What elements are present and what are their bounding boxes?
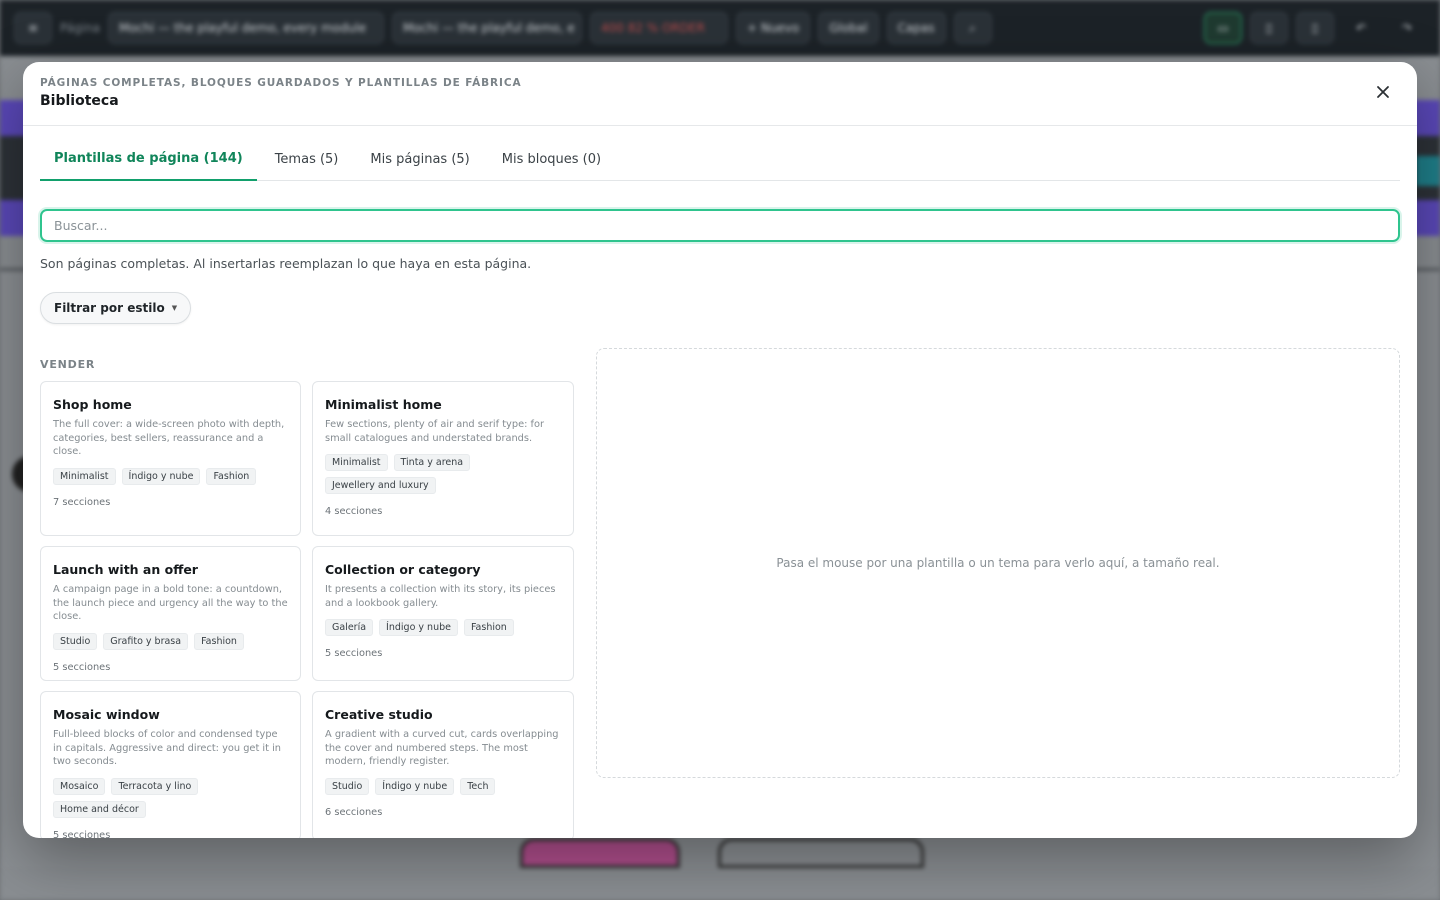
editor-toolbar: ≡ Página Mochi — the playful demo, every… <box>0 0 1440 56</box>
close-button[interactable] <box>1371 80 1395 104</box>
tag: Studio <box>325 777 370 795</box>
filter-style-button[interactable]: Filtrar por estilo ▼ <box>40 292 192 324</box>
card-tags: Studio Índigo y nube Tech <box>325 777 561 795</box>
card-tags: Minimalist Tinta y arena Jewellery and l… <box>325 454 561 494</box>
card-tags: Studio Grafito y brasa Fashion <box>53 632 288 650</box>
status-indicator: 400 82 % ORDER <box>589 12 728 44</box>
chevron-down-icon: ▼ <box>171 304 178 312</box>
template-card-minimalist-home[interactable]: Minimalist home Few sections, plenty of … <box>312 381 574 536</box>
section-count: 5 secciones <box>53 829 111 839</box>
tag: Terracota y lino <box>111 777 199 795</box>
card-title: Collection or category <box>325 562 481 577</box>
templates-hint: Son páginas completas. Al insertarlas re… <box>40 256 532 271</box>
tag: Studio <box>53 632 98 650</box>
search-icon[interactable]: ⌕ <box>953 12 992 44</box>
canvas-outline-button <box>718 838 924 868</box>
card-title: Launch with an offer <box>53 562 198 577</box>
preview-placeholder-text: Pasa el mouse por una plantilla o un tem… <box>776 556 1220 570</box>
modal-header: Páginas completas, bloques guardados y p… <box>23 62 1417 126</box>
card-tags: Mosaico Terracota y lino Home and décor <box>53 777 288 818</box>
desktop-view-icon[interactable]: ▭ <box>1204 12 1242 44</box>
mobile-view-icon[interactable]: ▯ <box>1296 12 1334 44</box>
modal-title: Biblioteca <box>40 93 119 109</box>
tag: Grafito y brasa <box>103 632 189 650</box>
card-description: It presents a collection with its story,… <box>325 584 556 609</box>
close-icon <box>1377 86 1389 98</box>
tag: Minimalist <box>53 467 116 485</box>
undo-icon[interactable]: ↶ <box>1342 12 1380 44</box>
search-input[interactable] <box>54 218 1386 233</box>
section-count: 6 secciones <box>325 806 383 818</box>
card-description: A gradient with a curved cut, cards over… <box>325 729 559 767</box>
canvas-accent-block <box>1416 156 1440 186</box>
tag: Fashion <box>206 467 257 485</box>
global-button[interactable]: Global <box>818 12 879 44</box>
tablet-view-icon[interactable]: ▯ <box>1250 12 1288 44</box>
redo-icon[interactable]: ↷ <box>1388 12 1426 44</box>
tag: Minimalist <box>325 454 388 471</box>
card-tags: Galería Índigo y nube Fashion <box>325 619 561 636</box>
card-description: A campaign page in a bold tone: a countd… <box>53 584 288 622</box>
card-description: Few sections, plenty of air and serif ty… <box>325 419 544 444</box>
tag: Home and décor <box>53 800 146 818</box>
tab-page-templates[interactable]: Plantillas de página (144) <box>40 138 257 181</box>
tab-my-blocks[interactable]: Mis bloques (0) <box>488 138 615 180</box>
tag: Índigo y nube <box>121 467 201 485</box>
template-card-collection[interactable]: Collection or category It presents a col… <box>312 546 574 681</box>
page-label: Página <box>60 21 100 35</box>
layers-button[interactable]: Capas <box>886 12 946 44</box>
card-description: Full-bleed blocks of color and condensed… <box>53 729 282 767</box>
tab-my-pages[interactable]: Mis páginas (5) <box>356 138 483 180</box>
tag: Índigo y nube <box>375 777 455 795</box>
search-box <box>40 209 1400 242</box>
filter-style-label: Filtrar por estilo <box>54 301 165 315</box>
card-title: Minimalist home <box>325 397 442 412</box>
section-label: VENDER <box>40 358 96 371</box>
library-modal: Páginas completas, bloques guardados y p… <box>23 62 1417 838</box>
card-tags: Minimalist Índigo y nube Fashion <box>53 467 288 485</box>
template-card-mosaic-window[interactable]: Mosaic window Full-bleed blocks of color… <box>40 691 301 838</box>
menu-icon[interactable]: ≡ <box>14 12 52 44</box>
page-title-field[interactable]: Mochi — the playful demo, e <box>391 12 582 44</box>
page-selector[interactable]: Mochi — the playful demo, every module <box>107 12 384 44</box>
template-grid: Shop home The full cover: a wide-screen … <box>40 381 574 838</box>
tag: Fashion <box>194 632 244 650</box>
card-title: Shop home <box>53 397 132 412</box>
template-card-shop-home[interactable]: Shop home The full cover: a wide-screen … <box>40 381 301 536</box>
tag: Tinta y arena <box>393 454 471 471</box>
template-card-launch-offer[interactable]: Launch with an offer A campaign page in … <box>40 546 301 681</box>
card-title: Creative studio <box>325 707 433 722</box>
tag: Tech <box>460 777 496 795</box>
template-preview-panel: Pasa el mouse por una plantilla o un tem… <box>596 348 1400 778</box>
tag: Jewellery and luxury <box>325 477 436 494</box>
new-button[interactable]: + Nuevo <box>735 12 811 44</box>
tag: Galería <box>325 619 374 636</box>
tag: Fashion <box>463 619 514 636</box>
card-title: Mosaic window <box>53 707 160 722</box>
library-tabs: Plantillas de página (144) Temas (5) Mis… <box>40 138 1400 181</box>
section-count: 5 secciones <box>53 661 111 673</box>
tab-themes[interactable]: Temas (5) <box>261 138 353 180</box>
template-card-creative-studio[interactable]: Creative studio A gradient with a curved… <box>312 691 574 838</box>
section-count: 7 secciones <box>53 496 111 508</box>
section-count: 4 secciones <box>325 506 383 517</box>
canvas-pink-button <box>520 838 680 868</box>
section-count: 5 secciones <box>325 648 383 659</box>
tag: Mosaico <box>53 777 106 795</box>
modal-eyebrow: Páginas completas, bloques guardados y p… <box>40 77 522 89</box>
card-description: The full cover: a wide-screen photo with… <box>53 419 285 457</box>
tag: Índigo y nube <box>379 619 458 636</box>
